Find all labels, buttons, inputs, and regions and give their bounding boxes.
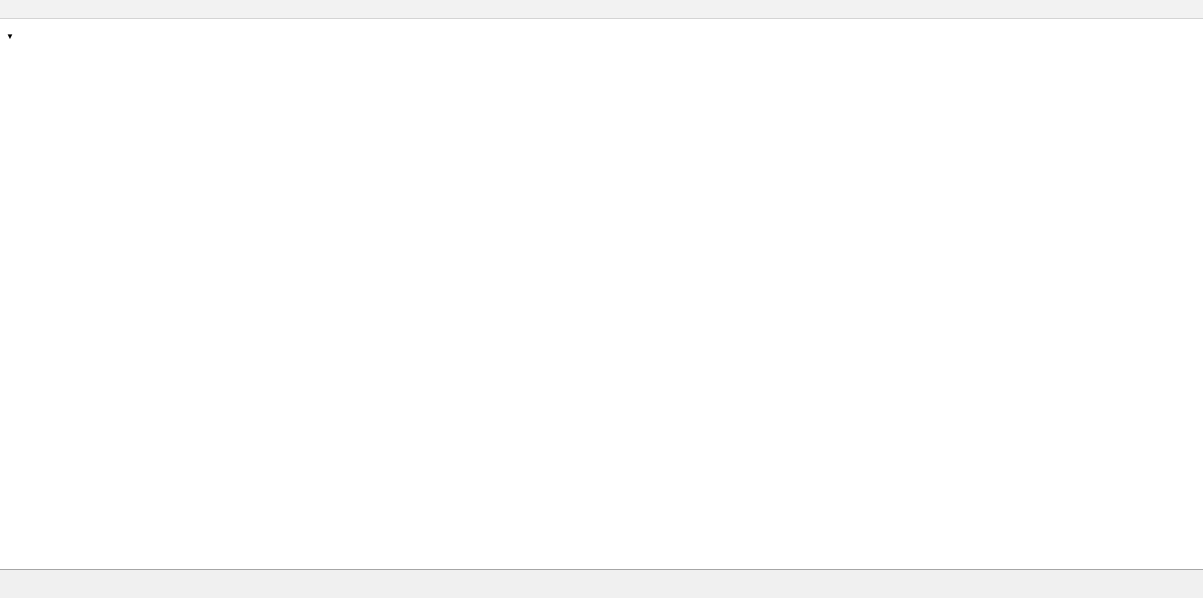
mt4-chart-window: ▼ [0,0,1203,598]
chart-canvas [0,0,1203,597]
symbol-dropdown-icon[interactable]: ▼ [6,32,14,41]
chart-title: ▼ [6,29,27,43]
